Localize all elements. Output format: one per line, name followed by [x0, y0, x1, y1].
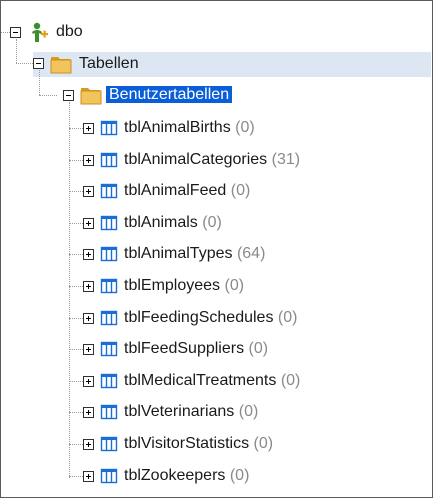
row-count: (0) [235, 119, 255, 136]
table-name: tblAnimalBirths [124, 119, 231, 136]
expand-toggle[interactable] [83, 471, 94, 482]
table-label: tblEmployees (0) [124, 275, 244, 297]
table-grid-icon [100, 215, 118, 231]
tree-connector [1, 32, 10, 33]
table-grid-icon [100, 310, 118, 326]
tree-connector [69, 286, 83, 287]
tree-connector [16, 63, 33, 64]
table-name: tblEmployees [124, 277, 221, 294]
row-count: (0) [224, 277, 245, 294]
table-name: tblMedicalTreatments [124, 372, 277, 389]
table-grid-icon [100, 246, 118, 262]
table-label: tblAnimalFeed (0) [124, 180, 250, 202]
collapse-toggle[interactable] [10, 27, 21, 38]
row-count: (0) [248, 340, 269, 357]
table-grid-icon [100, 152, 118, 168]
table-name: tblAnimalTypes [124, 245, 233, 262]
node-label: dbo [56, 23, 83, 40]
collapse-toggle[interactable] [63, 90, 74, 101]
table-label: tblFeedingSchedules (0) [124, 307, 297, 329]
tree-node-dbo[interactable]: dbo [56, 21, 83, 43]
row-count: (0) [230, 182, 251, 199]
folder-open-icon [80, 88, 102, 105]
table-label: tblAnimalCategories (31) [124, 149, 300, 171]
tree-connector [69, 476, 83, 477]
tree-connector [69, 381, 83, 382]
row-count: (31) [271, 151, 301, 168]
table-grid-icon [100, 120, 118, 136]
expand-toggle[interactable] [83, 439, 94, 450]
row-count: (0) [280, 372, 301, 389]
expand-toggle[interactable] [83, 313, 94, 324]
row-count: (64) [236, 245, 266, 262]
table-name: tblVisitorStatistics [124, 435, 250, 452]
table-label: tblMedicalTreatments (0) [124, 370, 300, 392]
schema-user-icon [32, 22, 48, 42]
tree-connector [69, 318, 83, 319]
tree-connector [69, 128, 83, 129]
tree-connector [69, 349, 83, 350]
table-grid-icon [100, 436, 118, 452]
tree-connector [39, 70, 40, 95]
table-grid-icon [100, 341, 118, 357]
tree-connector [69, 160, 83, 161]
tree-connector [69, 444, 83, 445]
table-label: tblAnimals (0) [124, 212, 222, 234]
tree-connector [16, 39, 17, 63]
collapse-toggle[interactable] [33, 58, 44, 69]
tree-connector [69, 102, 70, 478]
expand-toggle[interactable] [83, 344, 94, 355]
table-name: tblAnimalFeed [124, 182, 227, 199]
table-label: tblVeterinarians (0) [124, 401, 258, 423]
table-label: tblZookeepers (0) [124, 465, 249, 487]
table-label: tblVisitorStatistics (0) [124, 433, 273, 455]
tree-connector [69, 223, 83, 224]
expand-toggle[interactable] [83, 218, 94, 229]
table-label: tblAnimalBirths (0) [124, 117, 255, 139]
table-name: tblAnimals [124, 214, 198, 231]
table-name: tblVeterinarians [124, 403, 235, 420]
expand-toggle[interactable] [83, 155, 94, 166]
database-tree-panel: dbo Tabellen Benutzertabellen tblAnimalB… [0, 0, 433, 498]
row-count: (0) [202, 214, 222, 231]
schema-tree: dbo Tabellen Benutzertabellen tblAnimalB… [1, 1, 432, 497]
expand-toggle[interactable] [83, 123, 94, 134]
table-grid-icon [100, 183, 118, 199]
tree-connector [69, 254, 83, 255]
table-name: tblFeedSuppliers [124, 340, 245, 357]
folder-open-icon [50, 57, 72, 74]
row-count: (0) [238, 403, 259, 420]
node-label: Benutzertabellen [106, 86, 233, 103]
table-name: tblAnimalCategories [124, 151, 268, 168]
expand-toggle[interactable] [83, 407, 94, 418]
table-name: tblFeedingSchedules [124, 309, 274, 326]
row-count: (0) [277, 309, 298, 326]
expand-toggle[interactable] [83, 186, 94, 197]
expand-toggle[interactable] [83, 249, 94, 260]
row-count: (0) [253, 435, 274, 452]
table-grid-icon [100, 373, 118, 389]
tree-connector [69, 412, 83, 413]
table-grid-icon [100, 278, 118, 294]
table-name: tblZookeepers [124, 467, 226, 484]
expand-toggle[interactable] [83, 376, 94, 387]
tree-node-benutzertabellen[interactable]: Benutzertabellen [106, 84, 233, 106]
node-label: Tabellen [79, 55, 139, 72]
table-grid-icon [100, 404, 118, 420]
table-label: tblFeedSuppliers (0) [124, 338, 268, 360]
tree-node-tabellen[interactable]: Tabellen [79, 53, 139, 75]
tree-connector [69, 191, 83, 192]
tree-connector [39, 95, 57, 96]
expand-toggle[interactable] [83, 281, 94, 292]
table-grid-icon [100, 468, 118, 484]
row-count: (0) [229, 467, 250, 484]
table-label: tblAnimalTypes (64) [124, 243, 265, 265]
